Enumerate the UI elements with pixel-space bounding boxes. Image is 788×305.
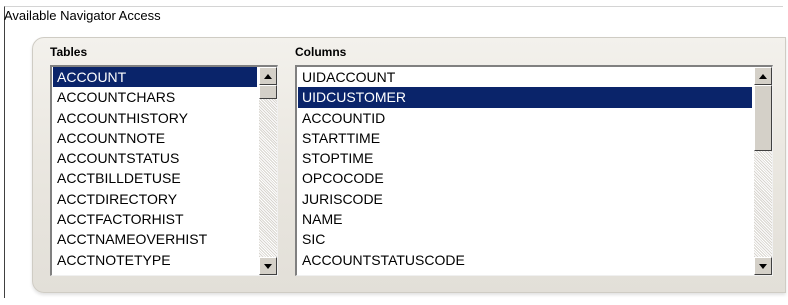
- list-item[interactable]: SIC: [298, 229, 752, 249]
- list-item[interactable]: ACCTBILLDETUSE: [53, 168, 257, 188]
- list-item[interactable]: ACCOUNTSTATUS: [53, 148, 257, 168]
- list-item[interactable]: ACCOUNTSTATUSCODE: [298, 250, 752, 270]
- list-item[interactable]: JURISCODE: [298, 189, 752, 209]
- list-item[interactable]: ACCOUNTCHARS: [53, 87, 257, 107]
- tables-scroll-down-button[interactable]: [259, 257, 277, 275]
- arrow-down-icon: [264, 263, 272, 269]
- tables-scrollbar[interactable]: [259, 67, 277, 275]
- columns-scroll-up-button[interactable]: [754, 67, 772, 85]
- list-item[interactable]: OPCOCODE: [298, 168, 752, 188]
- columns-scroll-thumb[interactable]: [754, 85, 772, 151]
- columns-label: Columns: [295, 45, 347, 59]
- list-item[interactable]: ACCOUNTHISTORY: [53, 108, 257, 128]
- columns-listbox[interactable]: UIDACCOUNT UIDCUSTOMER ACCOUNTID STARTTI…: [295, 65, 773, 276]
- list-item[interactable]: ACCTNAMEOVERHIST: [53, 229, 257, 249]
- list-item[interactable]: NAME: [298, 209, 752, 229]
- list-item[interactable]: STOPTIME: [298, 148, 752, 168]
- tables-listbox[interactable]: ACCOUNT ACCOUNTCHARS ACCOUNTHISTORY ACCO…: [50, 65, 278, 276]
- columns-scrollbar[interactable]: [754, 67, 772, 275]
- arrow-up-icon: [759, 73, 767, 79]
- list-item[interactable]: ACCOUNTNOTE: [53, 128, 257, 148]
- list-item[interactable]: ACCTFACTORHIST: [53, 209, 257, 229]
- list-item[interactable]: ACCOUNT: [53, 67, 257, 88]
- tables-list: ACCOUNT ACCOUNTCHARS ACCOUNTHISTORY ACCO…: [53, 67, 257, 270]
- list-item[interactable]: ACCOUNTID: [298, 108, 752, 128]
- arrow-down-icon: [759, 263, 767, 269]
- list-item[interactable]: UIDCUSTOMER: [298, 87, 752, 108]
- list-item[interactable]: ACCTDIRECTORY: [53, 189, 257, 209]
- list-item[interactable]: ACCTNOTETYPE: [53, 250, 257, 270]
- tables-scroll-up-button[interactable]: [259, 67, 277, 85]
- list-item[interactable]: UIDACCOUNT: [298, 67, 752, 87]
- tables-label: Tables: [50, 45, 88, 59]
- columns-list: UIDACCOUNT UIDCUSTOMER ACCOUNTID STARTTI…: [298, 67, 752, 270]
- tables-scroll-thumb[interactable]: [259, 85, 277, 99]
- arrow-up-icon: [264, 73, 272, 79]
- group-title: Available Navigator Access: [4, 8, 161, 23]
- list-item[interactable]: STARTTIME: [298, 128, 752, 148]
- columns-scroll-down-button[interactable]: [754, 257, 772, 275]
